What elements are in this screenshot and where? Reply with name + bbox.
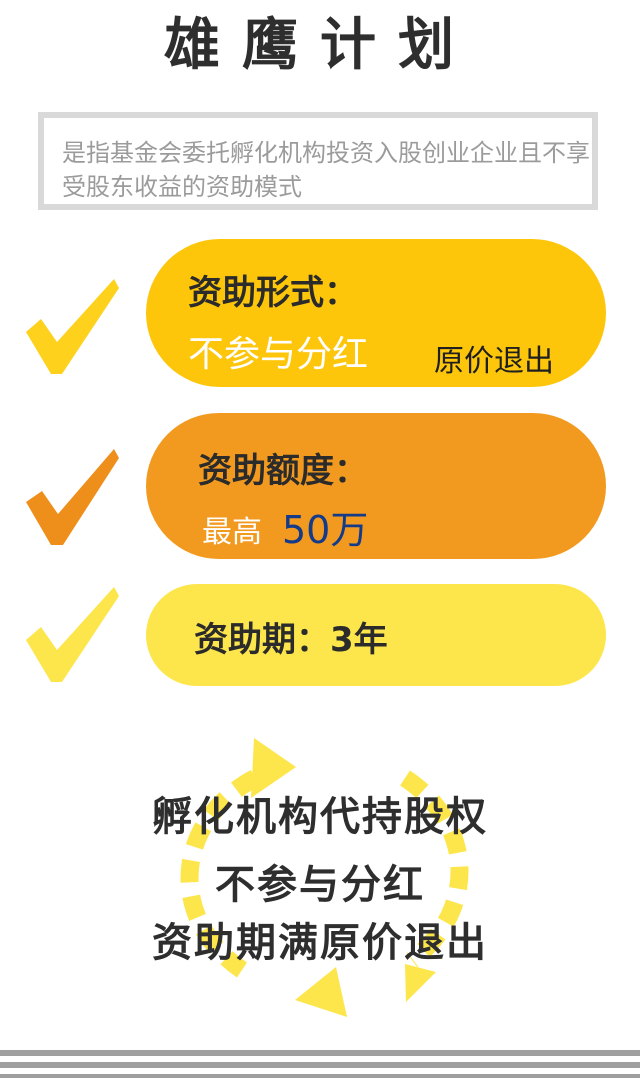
funding-form-sub-value: 原价退出 bbox=[434, 344, 554, 379]
funding-form-card: 资助形式： 不参与分红 原价退出 bbox=[146, 239, 606, 387]
check-icon bbox=[26, 279, 119, 374]
funding-period-card: 资助期：3年 bbox=[146, 584, 606, 686]
summary-line-3: 资助期满原价退出 bbox=[152, 920, 488, 966]
funding-amount-card: 资助额度： 最高 50万 bbox=[146, 413, 606, 559]
check-icon bbox=[26, 587, 119, 682]
intro-text: 是指基金会委托孵化机构投资入股创业企业且不享受股东收益的资助模式 bbox=[62, 139, 590, 201]
funding-amount-prefix: 最高 bbox=[202, 515, 262, 550]
funding-period-label: 资助期：3年 bbox=[194, 620, 388, 660]
summary-line-1: 孵化机构代持股权 bbox=[152, 794, 488, 840]
page-title: 雄鹰计划 bbox=[164, 13, 476, 78]
funding-amount-value: 50万 bbox=[282, 508, 369, 552]
check-icon bbox=[26, 449, 119, 545]
funding-form-label: 资助形式： bbox=[188, 273, 358, 313]
bottom-stripe bbox=[0, 1050, 640, 1056]
intro-box: 是指基金会委托孵化机构投资入股创业企业且不享受股东收益的资助模式 bbox=[38, 112, 598, 210]
summary-line-2: 不参与分红 bbox=[215, 862, 425, 908]
bottom-stripe bbox=[0, 1074, 640, 1078]
funding-form-main-value: 不参与分红 bbox=[188, 334, 369, 375]
funding-amount-label: 资助额度： bbox=[198, 451, 368, 491]
bottom-stripe bbox=[0, 1062, 640, 1068]
